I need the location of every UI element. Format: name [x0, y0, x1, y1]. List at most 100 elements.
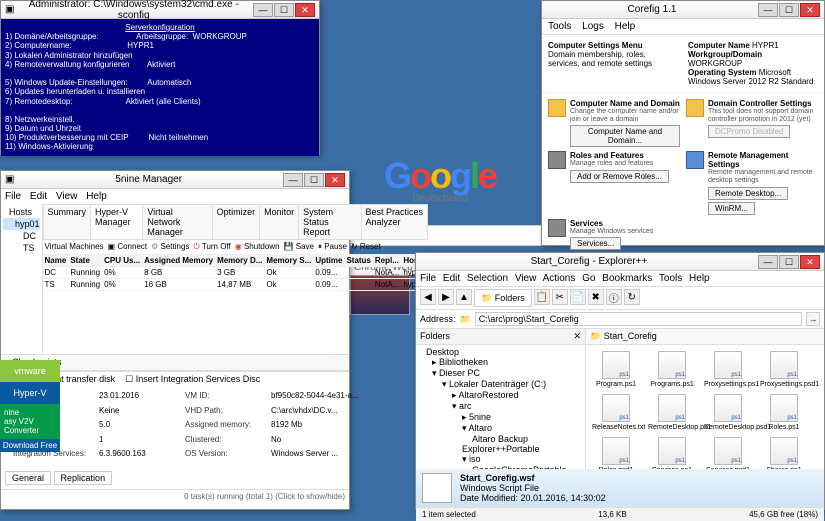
settings-button[interactable]: ⚙ Settings [151, 242, 189, 252]
tab-summary[interactable]: Summary [43, 204, 92, 239]
col-header[interactable]: Uptime [313, 255, 344, 267]
minimize-button[interactable]: — [758, 3, 778, 17]
file-item[interactable]: ReleaseNotes.txt [590, 392, 642, 433]
menu-help[interactable]: Help [615, 21, 636, 32]
back-button[interactable]: ◀ [420, 289, 436, 305]
col-header[interactable]: CPU Us... [102, 255, 142, 267]
services-button[interactable]: Services... [570, 237, 621, 250]
tree-altaro-restored[interactable]: ▸ AltaroRestored [418, 390, 583, 401]
tab-bpa[interactable]: Best Practices Analyzer [361, 204, 429, 239]
tree-pc[interactable]: ▾ Dieser PC [418, 368, 583, 379]
minimize-button[interactable]: — [253, 3, 273, 17]
col-header[interactable]: Memory D... [215, 255, 264, 267]
col-header[interactable]: Memory S... [264, 255, 313, 267]
connect-button[interactable]: ▣ Connect [108, 242, 148, 252]
winrm-button[interactable]: WinRM... [708, 202, 755, 215]
menu-selection[interactable]: Selection [467, 273, 508, 284]
folders-toggle[interactable]: 📁 Folders [474, 289, 532, 307]
tree-5nine[interactable]: ▸ 5nine [418, 412, 583, 423]
tree-drive-c[interactable]: ▾ Lokaler Datenträger (C:) [418, 379, 583, 390]
address-input[interactable] [475, 312, 802, 326]
tree-altaro[interactable]: ▾ Altaro [418, 423, 583, 434]
menu-view[interactable]: View [56, 191, 78, 202]
col-header[interactable]: Assigned Memory [142, 255, 215, 267]
file-item[interactable]: Services.ps1 [646, 435, 698, 469]
tab-status[interactable]: System Status Report [298, 204, 361, 239]
download-free-button[interactable]: Download Free [0, 439, 60, 452]
turnoff-button[interactable]: ⏻ Turn Off [193, 242, 230, 252]
menu-go[interactable]: Go [582, 273, 595, 284]
pause-button[interactable]: ⏸ Pause [318, 242, 347, 252]
file-item[interactable]: Program.ps1 [590, 349, 642, 390]
tree-hosts[interactable]: Hosts [3, 206, 40, 218]
table-row[interactable]: TSRunning0%16 GB14,87 MBOk0.09...NotA...… [43, 279, 428, 291]
menu-view[interactable]: View [515, 273, 537, 284]
tree-altaro-backup[interactable]: Altaro Backup [418, 434, 583, 444]
menu-edit[interactable]: Edit [443, 273, 460, 284]
corefig-titlebar[interactable]: Corefig 1.1 — ☐ ✕ [542, 1, 824, 19]
col-header[interactable]: State [68, 255, 102, 267]
tab-vnet[interactable]: Virtual Network Manager [142, 204, 212, 239]
folders-close-icon[interactable]: ✕ [573, 331, 581, 342]
tree-chrome[interactable]: GoogleChromePortable [418, 465, 583, 469]
paste-button[interactable]: 📄 [570, 289, 586, 305]
cut-button[interactable]: ✂ [552, 289, 568, 305]
up-button[interactable]: ▲ [456, 289, 472, 305]
col-header[interactable]: Status [344, 255, 372, 267]
go-button[interactable]: → [806, 312, 820, 326]
save-button[interactable]: 💾 Save [284, 242, 314, 252]
tab-monitor[interactable]: Monitor [259, 204, 299, 239]
maximize-button[interactable]: ☐ [779, 3, 799, 17]
tree-vm-ts[interactable]: TS [3, 242, 40, 254]
menu-actions[interactable]: Actions [543, 273, 576, 284]
menu-bookmarks[interactable]: Bookmarks [602, 273, 652, 284]
insert-is-disc[interactable]: ☐ Insert Integration Services Disc [125, 374, 260, 385]
menu-tools[interactable]: Tools [548, 21, 571, 32]
file-item[interactable]: Services.psd1 [702, 435, 754, 469]
tab-hyperv[interactable]: Hyper-V Manager [90, 204, 143, 239]
explorer-titlebar[interactable]: Start_Corefig - Explorer++ — ☐ ✕ [416, 253, 824, 271]
file-item[interactable]: RemoteDesktop.psd1 [702, 392, 754, 433]
reset-button[interactable]: ↻ Reset [351, 242, 381, 252]
forward-button[interactable]: ▶ [438, 289, 454, 305]
menu-edit[interactable]: Edit [30, 191, 47, 202]
maximize-button[interactable]: ☐ [304, 173, 324, 187]
file-item[interactable]: Roles.ps1 [758, 392, 810, 433]
cmd-titlebar[interactable]: ▣ Administrator: C:\Windows\system32\cmd… [1, 1, 319, 19]
add-remove-roles-button[interactable]: Add or Remove Roles... [570, 170, 669, 183]
close-button[interactable]: ✕ [800, 255, 820, 269]
shutdown-button[interactable]: ◉ Shutdown [235, 242, 280, 252]
col-header[interactable]: Repl... [373, 255, 401, 267]
file-item[interactable]: RemoteDesktop.ps1 [646, 392, 698, 433]
tab-header[interactable]: 📁 Start_Corefig [586, 329, 824, 345]
tree-bibliotheken[interactable]: ▸ Bibliotheken [418, 357, 583, 368]
tab-optimizer[interactable]: Optimizer [212, 204, 261, 239]
menu-logs[interactable]: Logs [582, 21, 604, 32]
properties-button[interactable]: ⓘ [606, 289, 622, 305]
file-item[interactable]: Proxysettings.ps1 [702, 349, 754, 390]
close-button[interactable]: ✕ [800, 3, 820, 17]
tree-explorerpp[interactable]: Explorer++Portable [418, 444, 583, 454]
menu-help[interactable]: Help [86, 191, 107, 202]
minimize-button[interactable]: — [758, 255, 778, 269]
tree-vm-dc[interactable]: DC [3, 230, 40, 242]
tree-arc[interactable]: ▾ arc [418, 401, 583, 412]
maximize-button[interactable]: ☐ [274, 3, 294, 17]
remote-desktop-button[interactable]: Remote Desktop... [708, 187, 788, 200]
tab-replication[interactable]: Replication [54, 471, 113, 485]
close-button[interactable]: ✕ [295, 3, 315, 17]
computer-name-domain-button[interactable]: Computer Name and Domain... [570, 125, 680, 147]
file-item[interactable]: Roles.psd1 [590, 435, 642, 469]
file-item[interactable]: Programs.ps1 [646, 349, 698, 390]
menu-file[interactable]: File [420, 273, 436, 284]
menu-help[interactable]: Help [689, 273, 710, 284]
col-header[interactable]: Name [43, 255, 69, 267]
tree-iso[interactable]: ▾ iso [418, 454, 583, 465]
file-item[interactable]: Proxysettings.psd1 [758, 349, 810, 390]
tree-desktop[interactable]: Desktop [418, 347, 583, 357]
file-item[interactable]: Shares.ps1 [758, 435, 810, 469]
copy-button[interactable]: 📋 [534, 289, 550, 305]
refresh-button[interactable]: ↻ [624, 289, 640, 305]
table-row[interactable]: DCRunning0%8 GB3 GBOk0.09...NotA...hyp01 [43, 267, 428, 279]
delete-button[interactable]: ✖ [588, 289, 604, 305]
